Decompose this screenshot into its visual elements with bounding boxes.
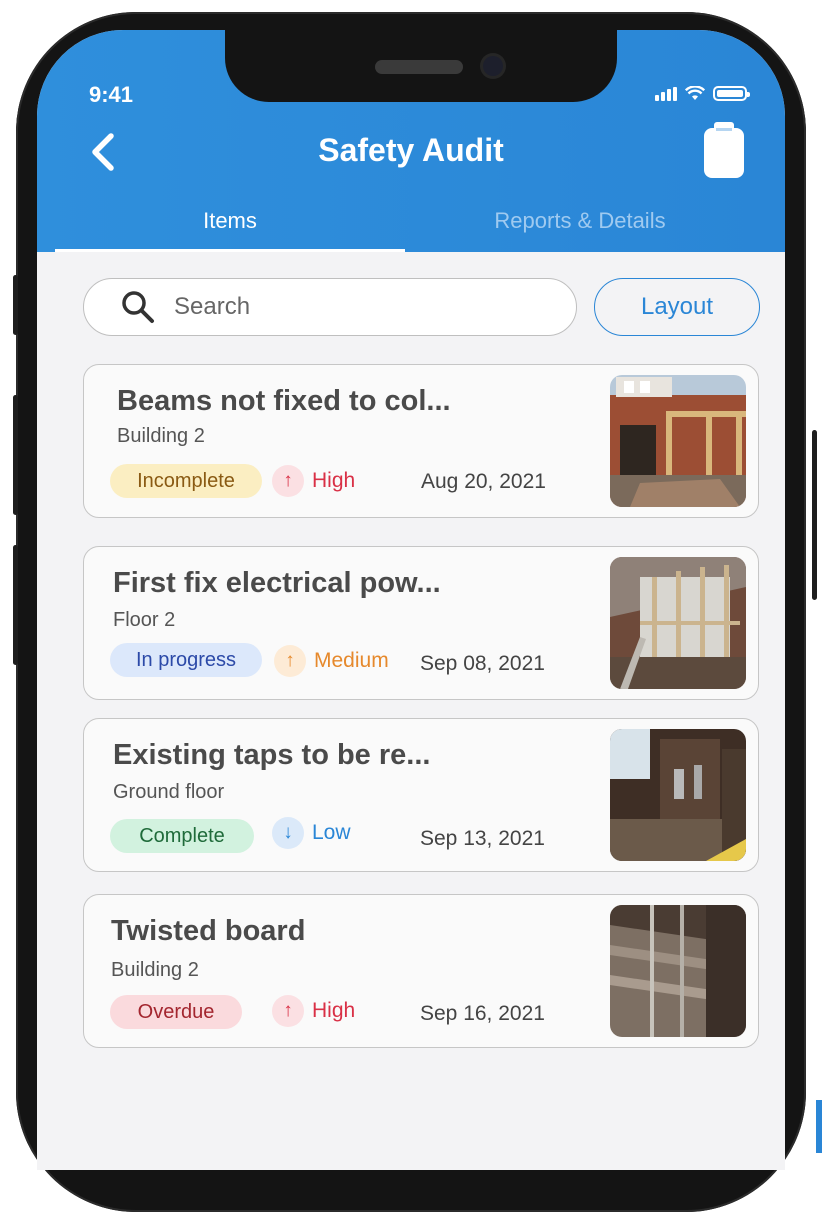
- tab-bar: Items Reports & Details: [55, 200, 785, 252]
- status-badge: Complete: [110, 819, 254, 853]
- front-camera: [483, 56, 503, 76]
- side-button: [13, 395, 18, 515]
- item-title: Existing taps to be re...: [113, 739, 431, 771]
- wifi-icon: [685, 86, 705, 100]
- item-photo: [610, 729, 746, 861]
- arrow-down-icon: ↓: [272, 817, 304, 849]
- item-title: Twisted board: [111, 915, 306, 947]
- tab-items[interactable]: Items: [55, 200, 405, 252]
- item-photo: [610, 905, 746, 1037]
- clipboard-button[interactable]: [703, 122, 745, 178]
- item-photo: [610, 557, 746, 689]
- side-button: [13, 275, 18, 335]
- search-input[interactable]: [172, 292, 536, 322]
- item-title: Beams not fixed to col...: [117, 385, 451, 417]
- item-photo: [610, 375, 746, 507]
- arrow-up-icon: ↑: [272, 995, 304, 1027]
- signal-icon: [655, 86, 677, 101]
- priority-label: High: [312, 999, 356, 1022]
- item-date: Sep 16, 2021: [420, 1002, 545, 1025]
- arrow-up-icon: ↑: [274, 645, 306, 677]
- item-location: Ground floor: [113, 781, 225, 803]
- item-date: Aug 20, 2021: [421, 470, 546, 493]
- status-icons: [655, 86, 750, 101]
- item-location: Building 2: [111, 959, 199, 981]
- priority-indicator: ↑ High: [272, 995, 355, 1027]
- list-item[interactable]: Beams not fixed to col... Building 2 Inc…: [83, 364, 759, 518]
- status-time: 9:41: [89, 82, 134, 107]
- search-icon: [122, 291, 154, 323]
- speaker-grille: [375, 60, 463, 74]
- item-date: Sep 13, 2021: [420, 827, 545, 850]
- item-location: Floor 2: [113, 609, 176, 631]
- side-accent: [816, 1100, 822, 1153]
- status-badge: In progress: [110, 643, 262, 677]
- search-bar[interactable]: [83, 278, 577, 336]
- tab-reports-details[interactable]: Reports & Details: [405, 200, 755, 252]
- device-notch: [225, 30, 617, 102]
- layout-button[interactable]: Layout: [594, 278, 760, 336]
- list-item[interactable]: Twisted board Building 2 Overdue ↑ High …: [83, 894, 759, 1048]
- status-badge: Overdue: [110, 995, 242, 1029]
- side-button: [13, 545, 18, 665]
- list-item[interactable]: First fix electrical pow... Floor 2 In p…: [83, 546, 759, 700]
- priority-label: Medium: [314, 649, 389, 672]
- priority-indicator: ↓ Low: [272, 817, 351, 849]
- priority-indicator: ↑ Medium: [274, 645, 389, 677]
- side-button: [812, 430, 817, 600]
- clipboard-icon: [704, 122, 744, 178]
- battery-icon: [713, 86, 750, 101]
- item-location: Building 2: [117, 425, 205, 447]
- priority-label: Low: [312, 821, 351, 844]
- priority-indicator: ↑ High: [272, 465, 355, 497]
- arrow-up-icon: ↑: [272, 465, 304, 497]
- app-screen: 9:41 Safety Audit Items Reports & Detail…: [37, 30, 785, 1170]
- item-title: First fix electrical pow...: [113, 567, 441, 599]
- page-title: Safety Audit: [318, 132, 504, 168]
- list-item[interactable]: Existing taps to be re... Ground floor C…: [83, 718, 759, 872]
- status-badge: Incomplete: [110, 464, 262, 498]
- item-date: Sep 08, 2021: [420, 652, 545, 675]
- app-header: 9:41 Safety Audit Items Reports & Detail…: [37, 30, 785, 252]
- priority-label: High: [312, 469, 356, 492]
